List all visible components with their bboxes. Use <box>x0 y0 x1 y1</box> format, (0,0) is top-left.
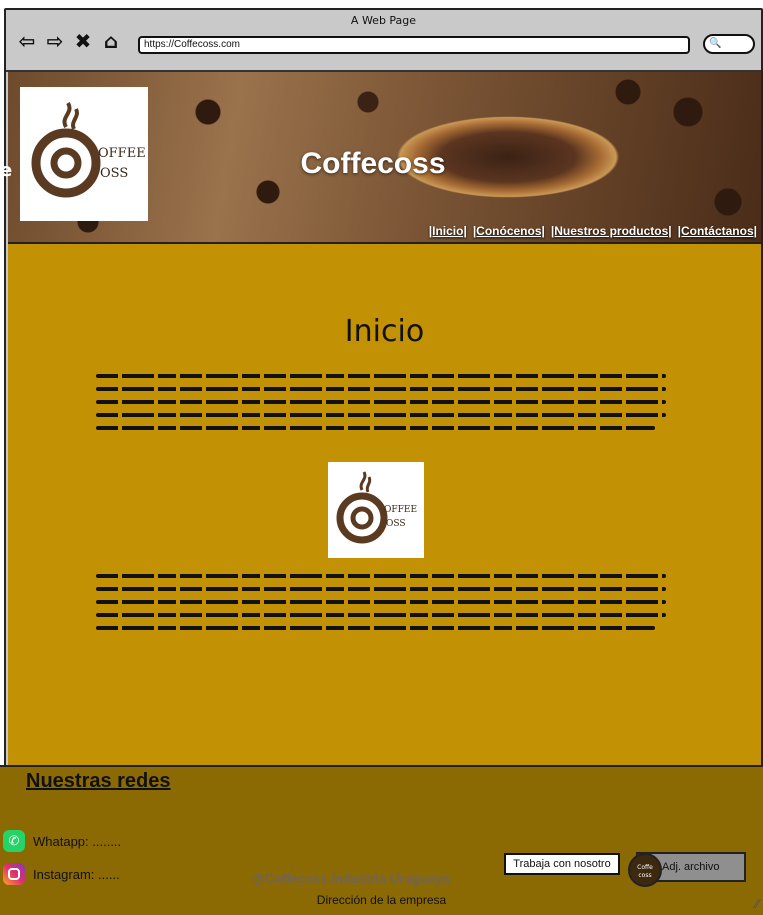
logo-text-top: OFFEE <box>98 146 146 161</box>
whatsapp-label: Whatapp: ........ <box>33 833 122 849</box>
content-logo: OFFEE OSS <box>328 462 424 558</box>
work-with-us-button[interactable]: Trabaja con nosotro <box>504 853 620 875</box>
placeholder-text-block-2 <box>96 574 666 639</box>
home-icon[interactable]: ⌂ <box>100 30 122 52</box>
window-title: A Web Page <box>350 14 417 27</box>
page-heading: Inicio <box>344 314 425 349</box>
close-icon[interactable]: ✖ <box>72 30 94 52</box>
footer-mini-logo: Coffe coss <box>628 853 662 887</box>
logo-text-bottom: OSS <box>100 166 128 181</box>
nav-link-conocenos[interactable]: |Conócenos| <box>473 224 545 238</box>
edge-fragment: e <box>0 160 13 181</box>
back-icon[interactable]: ⇦ <box>16 30 38 52</box>
site-footer: Nuestras redes ✆ Whatapp: ........ Insta… <box>0 765 763 915</box>
resize-handle-icon[interactable]: ⁄⁄ <box>755 897 759 911</box>
whatsapp-icon: ✆ <box>3 830 25 852</box>
nav-link-productos[interactable]: |Nuestros productos| <box>551 224 672 238</box>
instagram-label: Instagram: ...... <box>33 866 120 882</box>
content-logo-text-top: OFFEE <box>384 505 417 515</box>
instagram-icon <box>3 863 25 885</box>
site-title: Coffecoss <box>300 147 446 180</box>
main-nav: |Inicio| |Conócenos| |Nuestros productos… <box>429 224 757 238</box>
main-content: Inicio OFFEE OSS <box>8 242 761 767</box>
nav-link-inicio[interactable]: |Inicio| <box>429 224 467 238</box>
content-logo-text-bottom: OSS <box>386 519 406 529</box>
footer-title: Nuestras redes <box>26 770 171 792</box>
coffee-cup-logo-icon: OFFEE OSS <box>336 471 417 544</box>
instagram-item[interactable]: Instagram: ...... <box>3 863 120 885</box>
site-logo[interactable]: OFFEE OSS <box>20 87 148 221</box>
placeholder-text-block-1 <box>96 374 666 439</box>
search-icon: 🔍 <box>709 38 722 49</box>
browser-toolbar: A Web Page ⇦ ⇨ ✖ ⌂ https://Coffecoss.com… <box>6 10 761 72</box>
forward-icon[interactable]: ⇨ <box>44 30 66 52</box>
footer-tagline: @Coffecoss Industria Uruguaya <box>252 871 450 886</box>
whatsapp-item[interactable]: ✆ Whatapp: ........ <box>3 830 121 852</box>
company-address: Dirección de la empresa <box>316 893 447 907</box>
coffee-cup-logo-icon: OFFEE OSS <box>31 101 146 198</box>
nav-link-contactanos[interactable]: |Contáctanos| <box>678 224 757 238</box>
url-input[interactable]: https://Coffecoss.com <box>138 36 690 54</box>
site-header: OFFEE OSS Coffecoss |Inicio| |Conócenos|… <box>8 72 761 242</box>
search-input[interactable]: 🔍 <box>703 34 755 54</box>
nav-controls: ⇦ ⇨ ✖ ⌂ <box>16 30 122 52</box>
attach-file-label: Adj. archivo <box>662 861 720 873</box>
